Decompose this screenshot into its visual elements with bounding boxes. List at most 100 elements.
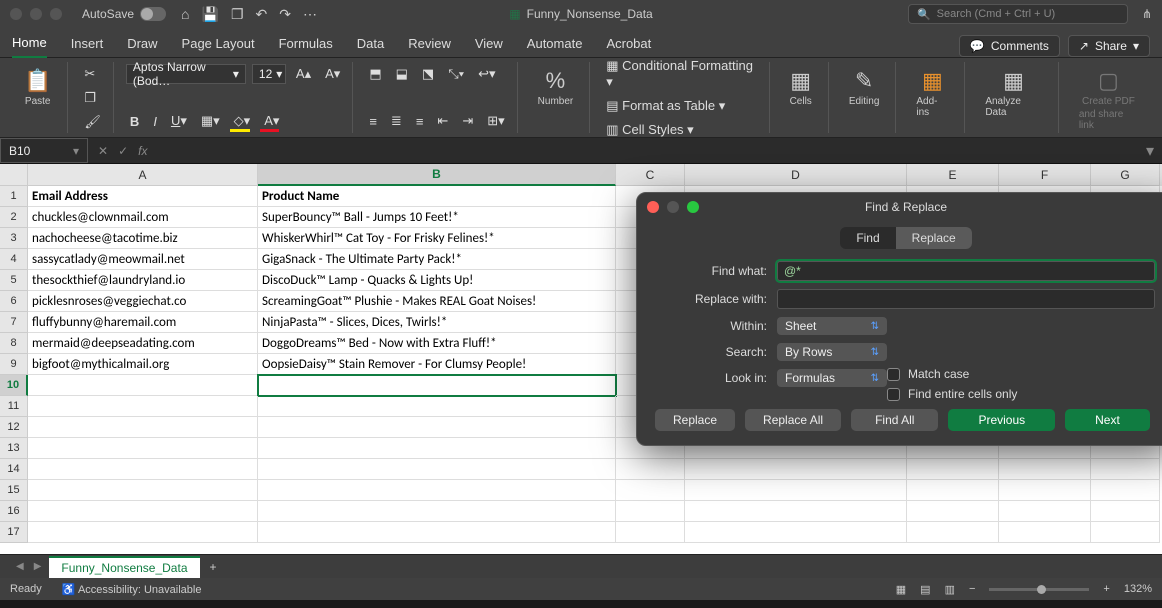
cancel-icon[interactable]: ✕ — [98, 144, 108, 158]
within-select[interactable]: Sheet⇅ — [777, 317, 887, 335]
align-middle-icon[interactable]: ⬓ — [392, 64, 412, 84]
minimize-icon[interactable] — [30, 8, 42, 20]
cell-A12[interactable] — [28, 417, 258, 438]
cell-A15[interactable] — [28, 480, 258, 501]
row-header-9[interactable]: 9 — [0, 354, 28, 375]
close-icon[interactable] — [647, 201, 659, 213]
zoom-out-button[interactable]: − — [969, 583, 975, 595]
name-box[interactable]: B10▾ — [0, 138, 88, 163]
cells-button[interactable]: ▦Cells — [782, 64, 820, 111]
cell-B16[interactable] — [258, 501, 616, 522]
font-name-combo[interactable]: Aptos Narrow (Bod…▾ — [126, 64, 246, 84]
more-icon[interactable]: ⋯ — [303, 6, 317, 23]
cell-A17[interactable] — [28, 522, 258, 543]
align-right-icon[interactable]: ≡ — [412, 112, 428, 131]
column-header-C[interactable]: C — [616, 164, 685, 186]
cell-C14[interactable] — [616, 459, 685, 480]
cell-E15[interactable] — [907, 480, 999, 501]
align-top-icon[interactable]: ⬒ — [365, 64, 385, 84]
font-size-combo[interactable]: 12▾ — [252, 64, 286, 84]
share-button[interactable]: ↗ Share ▾ — [1068, 35, 1150, 57]
enter-icon[interactable]: ✓ — [118, 144, 128, 158]
tab-automate[interactable]: Automate — [527, 32, 583, 57]
fullscreen-icon[interactable] — [50, 8, 62, 20]
row-header-17[interactable]: 17 — [0, 522, 28, 543]
row-header-8[interactable]: 8 — [0, 333, 28, 354]
replace-tab[interactable]: Replace — [896, 227, 972, 249]
cell-A3[interactable]: nachocheese@tacotime.biz — [28, 228, 258, 249]
cell-A1[interactable]: Email Address — [28, 186, 258, 207]
cell-B17[interactable] — [258, 522, 616, 543]
match-case-checkbox[interactable]: Match case — [887, 367, 1017, 381]
cell-E17[interactable] — [907, 522, 999, 543]
orientation-icon[interactable]: ⤡▾ — [444, 64, 468, 84]
cell-A4[interactable]: sassycatlady@meowmail.net — [28, 249, 258, 270]
cell-B12[interactable] — [258, 417, 616, 438]
cell-B6[interactable]: ScreamingGoat™ Plushie - Makes REAL Goat… — [258, 291, 616, 312]
tab-view[interactable]: View — [475, 32, 503, 57]
add-sheet-button[interactable]: + — [200, 560, 227, 574]
column-header-B[interactable]: B — [258, 164, 616, 186]
wrap-text-icon[interactable]: ↩▾ — [474, 64, 499, 84]
cell-B3[interactable]: WhiskerWhirl™ Cat Toy - For Frisky Felin… — [258, 228, 616, 249]
redo-icon[interactable]: ↷ — [279, 6, 291, 23]
decrease-indent-icon[interactable]: ⇤ — [433, 111, 452, 131]
cell-B1[interactable]: Product Name — [258, 186, 616, 207]
expand-formula-icon[interactable]: ▾ — [1138, 141, 1162, 161]
cell-E14[interactable] — [907, 459, 999, 480]
row-header-13[interactable]: 13 — [0, 438, 28, 459]
zoom-in-button[interactable]: + — [1103, 583, 1109, 595]
lookin-select[interactable]: Formulas⇅ — [777, 369, 887, 387]
fullscreen-icon[interactable] — [687, 201, 699, 213]
addins-button[interactable]: ▦Add-ins — [908, 64, 956, 122]
cell-G17[interactable] — [1091, 522, 1160, 543]
font-color-button[interactable]: A▾ — [260, 111, 283, 131]
merge-icon[interactable]: ⊞▾ — [483, 111, 508, 131]
undo-icon[interactable]: ↶ — [256, 6, 268, 23]
cell-B10[interactable] — [258, 375, 616, 396]
cut-icon[interactable]: ✂ — [80, 64, 105, 84]
fx-icon[interactable]: fx — [138, 144, 147, 158]
analyze-data-button[interactable]: ▦Analyze Data — [977, 64, 1050, 122]
close-icon[interactable] — [10, 8, 22, 20]
replace-with-input[interactable] — [777, 289, 1155, 309]
cell-A5[interactable]: thesockthief@laundryland.io — [28, 270, 258, 291]
toggle-icon[interactable] — [140, 7, 166, 21]
row-header-4[interactable]: 4 — [0, 249, 28, 270]
increase-indent-icon[interactable]: ⇥ — [458, 111, 477, 131]
cell-B5[interactable]: DiscoDuck™ Lamp - Quacks & Lights Up! — [258, 270, 616, 291]
cell-B11[interactable] — [258, 396, 616, 417]
cell-G14[interactable] — [1091, 459, 1160, 480]
tab-data[interactable]: Data — [357, 32, 384, 57]
cell-D17[interactable] — [685, 522, 907, 543]
find-all-button[interactable]: Find All — [851, 409, 938, 431]
cell-A2[interactable]: chuckles@clownmail.com — [28, 207, 258, 228]
search-select[interactable]: By Rows⇅ — [777, 343, 887, 361]
underline-button[interactable]: U▾ — [167, 111, 191, 131]
row-header-6[interactable]: 6 — [0, 291, 28, 312]
italic-button[interactable]: I — [149, 112, 161, 131]
search-box[interactable]: 🔍 Search (Cmd + Ctrl + U) — [908, 4, 1128, 24]
row-header-1[interactable]: 1 — [0, 186, 28, 207]
cell-A16[interactable] — [28, 501, 258, 522]
cell-D16[interactable] — [685, 501, 907, 522]
row-header-15[interactable]: 15 — [0, 480, 28, 501]
cell-A13[interactable] — [28, 438, 258, 459]
cell-F17[interactable] — [999, 522, 1091, 543]
paste-button[interactable]: 📋 Paste — [16, 64, 59, 111]
cell-C17[interactable] — [616, 522, 685, 543]
cell-A6[interactable]: picklesnroses@veggiechat.co — [28, 291, 258, 312]
tab-home[interactable]: Home — [12, 31, 47, 58]
fill-color-button[interactable]: ◇▾ — [230, 111, 255, 131]
save-icon[interactable]: 💾 — [202, 6, 219, 23]
cell-G16[interactable] — [1091, 501, 1160, 522]
cell-A7[interactable]: fluffybunny@haremail.com — [28, 312, 258, 333]
tab-review[interactable]: Review — [408, 32, 451, 57]
column-header-D[interactable]: D — [685, 164, 907, 186]
align-bottom-icon[interactable]: ⬔ — [418, 64, 438, 84]
border-button[interactable]: ▦▾ — [197, 111, 224, 131]
cell-E16[interactable] — [907, 501, 999, 522]
cell-styles-button[interactable]: ▥ Cell Styles ▾ — [602, 120, 760, 140]
cell-A14[interactable] — [28, 459, 258, 480]
page-layout-icon[interactable]: ▤ — [920, 583, 930, 596]
